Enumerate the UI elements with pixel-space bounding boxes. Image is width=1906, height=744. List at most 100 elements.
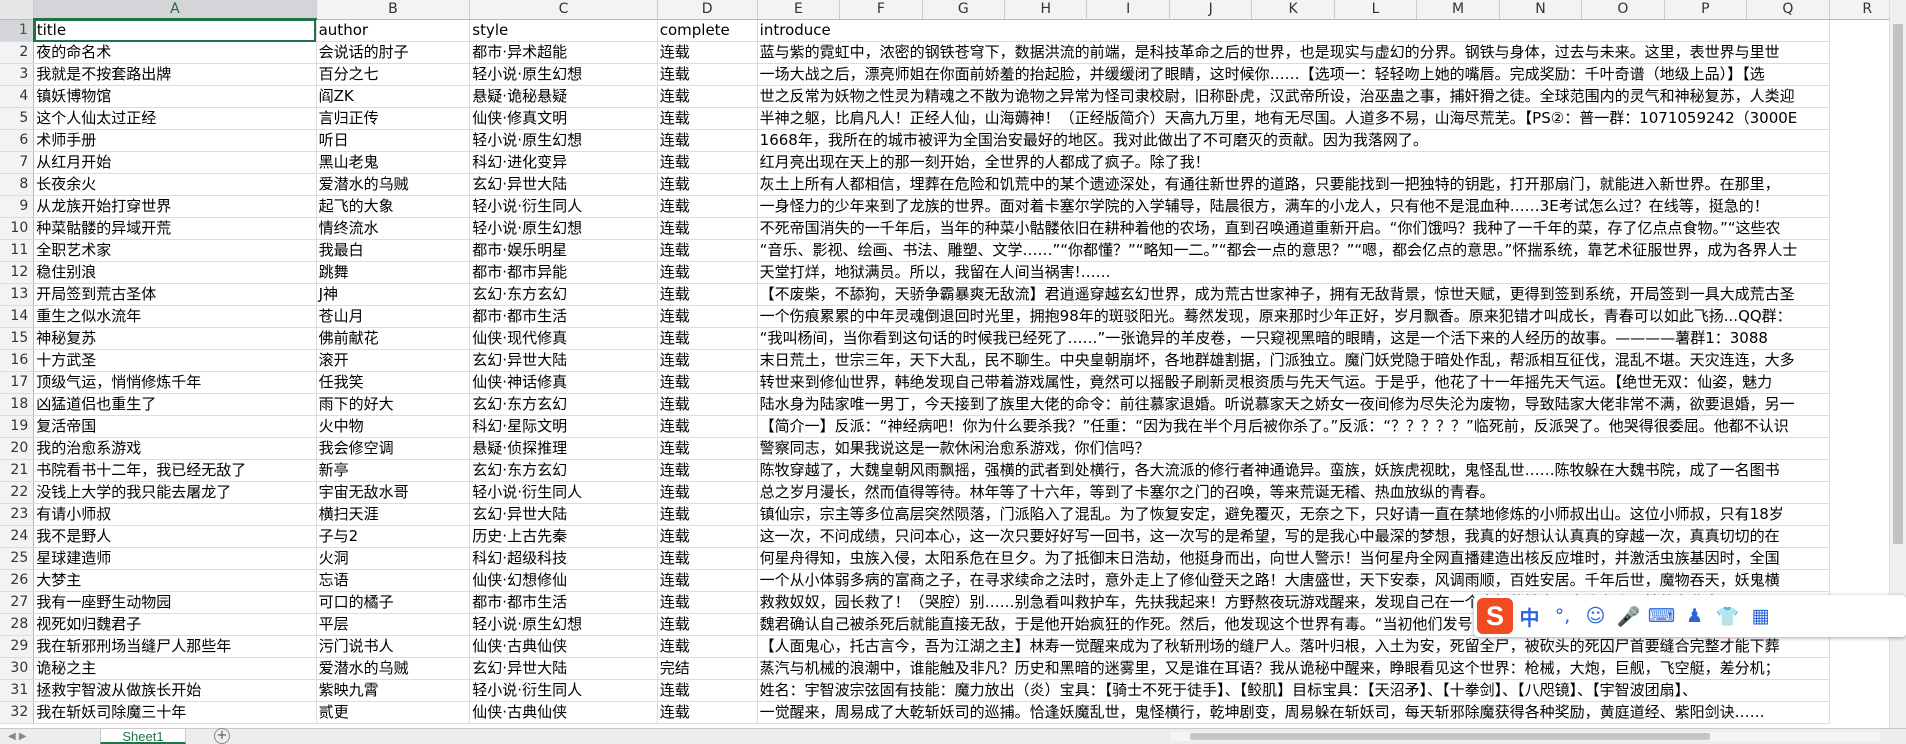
row-header[interactable]: 17 [0, 371, 35, 394]
cell-style[interactable]: 轻小说·衍生同人 [469, 679, 658, 702]
cell-style[interactable]: 都市·都市生活 [469, 305, 658, 328]
cell-style[interactable]: 轻小说·衍生同人 [469, 481, 658, 504]
cell-author[interactable]: 阎ZK [316, 85, 471, 108]
skin-icon[interactable]: 👕 [1711, 600, 1744, 632]
cell-introduce[interactable]: 转世来到修仙世界，韩绝发现自己带着游戏属性，竟然可以摇骰子刷新灵根资质与先天气运… [757, 371, 1830, 394]
column-header-q[interactable]: Q [1746, 0, 1830, 20]
cell-complete[interactable]: 连载 [657, 349, 758, 372]
cell-title[interactable]: 书院看书十二年，我已经无敌了 [33, 459, 317, 482]
cell-title[interactable]: 这个人仙太过正经 [33, 107, 317, 130]
row-header[interactable]: 23 [0, 503, 35, 526]
cell-complete[interactable]: 连载 [657, 371, 758, 394]
cell-complete[interactable]: 连载 [657, 635, 758, 658]
cell-introduce[interactable]: 总之岁月漫长，然而值得等待。林年等了十六年，等到了卡塞尔之门的召唤，等来荒诞无稽… [757, 481, 1830, 504]
cell-author[interactable]: 我会修空调 [316, 437, 471, 460]
cell-title[interactable]: 从红月开始 [33, 151, 317, 174]
user-icon[interactable]: ♟ [1678, 600, 1711, 632]
keyboard-icon[interactable]: ⌨ [1645, 600, 1678, 632]
cell-complete[interactable]: 完结 [657, 657, 758, 680]
row-header[interactable]: 20 [0, 437, 35, 460]
row-header[interactable]: 6 [0, 129, 35, 152]
horizontal-scroll-thumb[interactable] [1190, 733, 1710, 740]
cell-title[interactable]: 没钱上大学的我只能去屠龙了 [33, 481, 317, 504]
cell-author[interactable]: 言归正传 [316, 107, 471, 130]
cell-title[interactable]: 我就是不按套路出牌 [33, 63, 317, 86]
cell-complete[interactable]: 连载 [657, 591, 758, 614]
cell-author[interactable]: 我最白 [316, 239, 471, 262]
cell-style[interactable]: 都市·都市生活 [469, 591, 658, 614]
row-header[interactable]: 22 [0, 481, 35, 504]
sheet-nav-arrows[interactable]: ◀ ▶ [8, 729, 27, 744]
cell-style[interactable]: 仙侠·修真文明 [469, 107, 658, 130]
cell-style[interactable]: 轻小说·原生幻想 [469, 217, 658, 240]
cell-author[interactable]: 雨下的好大 [316, 393, 471, 416]
cell-style[interactable]: style [469, 19, 658, 42]
cell-introduce[interactable]: 蒸汽与机械的浪潮中，谁能触及非凡？历史和黑暗的迷雾里，又是谁在耳语？我从诡秘中醒… [757, 657, 1830, 680]
cell-complete[interactable]: 连载 [657, 569, 758, 592]
cell-introduce[interactable]: 【人面鬼心，托古言今，吾为江湖之主】林寿一觉醒来成为了秋斩刑场的缝尸人。落叶归根… [757, 635, 1830, 658]
row-header[interactable]: 29 [0, 635, 35, 658]
cell-author[interactable]: 火洞 [316, 547, 471, 570]
row-header[interactable]: 25 [0, 547, 35, 570]
cell-complete[interactable]: 连载 [657, 547, 758, 570]
cell-style[interactable]: 轻小说·原生幻想 [469, 613, 658, 636]
cell-complete[interactable]: 连载 [657, 481, 758, 504]
row-header[interactable]: 31 [0, 679, 35, 702]
cell-title[interactable]: 夜的命名术 [33, 41, 317, 64]
cell-author[interactable]: 任我笑 [316, 371, 471, 394]
cell-introduce[interactable]: “我叫杨间，当你看到这句话的时候我已经死了……”一张诡异的羊皮卷，一只窥视黑暗的… [757, 327, 1830, 350]
cell-title[interactable]: title [33, 19, 317, 42]
row-header[interactable]: 9 [0, 195, 35, 218]
cell-style[interactable]: 都市·异术超能 [469, 41, 658, 64]
cell-introduce[interactable]: 陈牧穿越了，大魏皇朝风雨飘摇，强横的武者到处横行，各大流派的修行者神通诡异。蛮族… [757, 459, 1830, 482]
cell-introduce[interactable]: introduce [757, 19, 1830, 42]
row-header[interactable]: 3 [0, 63, 35, 86]
row-header[interactable]: 10 [0, 217, 35, 240]
cell-author[interactable]: 黑山老鬼 [316, 151, 471, 174]
row-header[interactable]: 27 [0, 591, 35, 614]
column-header-o[interactable]: O [1581, 0, 1665, 20]
column-header-m[interactable]: M [1416, 0, 1500, 20]
cell-title[interactable]: 种菜骷髅的异域开荒 [33, 217, 317, 240]
cell-title[interactable]: 术师手册 [33, 129, 317, 152]
column-header-e[interactable]: E [757, 0, 841, 20]
cell-complete[interactable]: 连载 [657, 107, 758, 130]
column-header-g[interactable]: G [922, 0, 1006, 20]
cell-title[interactable]: 我在斩邪刑场当缝尸人那些年 [33, 635, 317, 658]
cell-style[interactable]: 悬疑·诡秘悬疑 [469, 85, 658, 108]
ime-punctuation-toggle[interactable]: °, [1546, 600, 1579, 632]
column-header-a[interactable]: A [33, 0, 317, 20]
cell-complete[interactable]: 连载 [657, 129, 758, 152]
cell-author[interactable]: 贰更 [316, 701, 471, 724]
vertical-scroll-thumb[interactable] [1893, 24, 1903, 544]
cell-author[interactable]: 爱潜水的乌贼 [316, 173, 471, 196]
cell-style[interactable]: 仙侠·幻想修仙 [469, 569, 658, 592]
row-header[interactable]: 24 [0, 525, 35, 548]
row-header[interactable]: 2 [0, 41, 35, 64]
cell-author[interactable]: 佛前献花 [316, 327, 471, 350]
cell-introduce[interactable]: 一觉醒来，周易成了大乾斩妖司的巡捕。恰逢妖魔乱世，鬼怪横行，乾坤剧变，周易躲在斩… [757, 701, 1830, 724]
cell-style[interactable]: 玄幻·东方玄幻 [469, 459, 658, 482]
cell-style[interactable]: 悬疑·侦探推理 [469, 437, 658, 460]
cell-introduce[interactable]: 半神之躯，比肩凡人！正经人仙，山海薅神！（正经版简介）天高九万里，地有无尽国。人… [757, 107, 1830, 130]
row-header[interactable]: 5 [0, 107, 35, 130]
ime-toolbar[interactable]: S 中 °, ☺ 🎤 ⌨ ♟ 👕 ▦ [1474, 595, 1906, 637]
cell-introduce[interactable]: 1668年，我所在的城市被评为全国治安最好的地区。我对此做出了不可磨灭的贡献。因… [757, 129, 1830, 152]
horizontal-scrollbar[interactable] [1170, 732, 1880, 741]
cell-author[interactable]: 横扫天涯 [316, 503, 471, 526]
cell-introduce[interactable]: 天堂打烊，地狱满员。所以，我留在人间当祸害!…… [757, 261, 1830, 284]
cell-complete[interactable]: 连载 [657, 415, 758, 438]
row-header[interactable]: 32 [0, 701, 35, 724]
row-header[interactable]: 21 [0, 459, 35, 482]
cell-complete[interactable]: 连载 [657, 41, 758, 64]
cell-title[interactable]: 全职艺术家 [33, 239, 317, 262]
cell-introduce[interactable]: “音乐、影视、绘画、书法、雕塑、文学……”“你都懂？”“略知一二。”“都会一点的… [757, 239, 1830, 262]
cell-style[interactable]: 玄幻·东方玄幻 [469, 393, 658, 416]
cell-complete[interactable]: 连载 [657, 437, 758, 460]
cell-complete[interactable]: 连载 [657, 195, 758, 218]
cell-author[interactable]: 起飞的大象 [316, 195, 471, 218]
row-header[interactable]: 14 [0, 305, 35, 328]
cell-author[interactable]: 滚开 [316, 349, 471, 372]
cell-style[interactable]: 仙侠·神话修真 [469, 371, 658, 394]
row-header[interactable]: 7 [0, 151, 35, 174]
